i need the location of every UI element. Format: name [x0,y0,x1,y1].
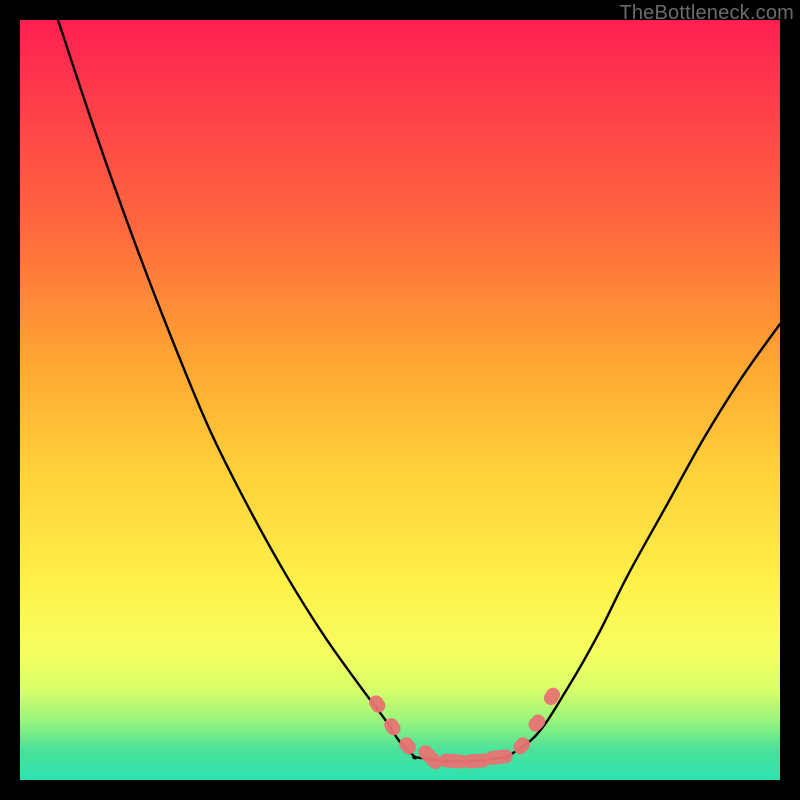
curve-svg [20,20,780,780]
bottleneck-curve [58,20,780,762]
curve-group [58,20,780,762]
bead-marker [397,734,419,757]
bead-marker [366,693,388,716]
beads-group [366,685,562,772]
bead-marker [526,712,548,735]
bead-marker [484,749,514,766]
plot-area [20,20,780,780]
bead-marker [541,685,562,708]
outer-frame: TheBottleneck.com [0,0,800,800]
